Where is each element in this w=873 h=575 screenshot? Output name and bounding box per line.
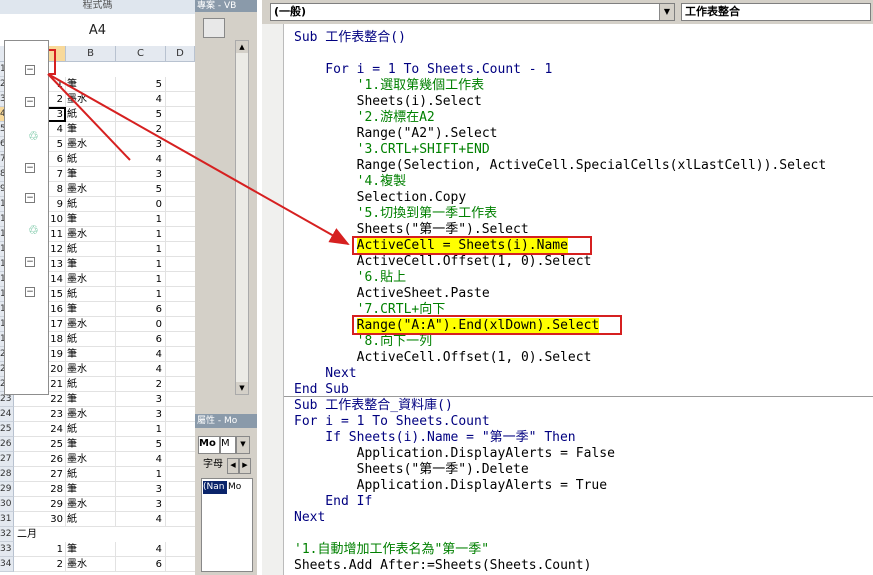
arrow-line-1 bbox=[47, 73, 131, 161]
annotation-arrows bbox=[47, 73, 350, 245]
arrow-to-activecell bbox=[47, 73, 350, 245]
